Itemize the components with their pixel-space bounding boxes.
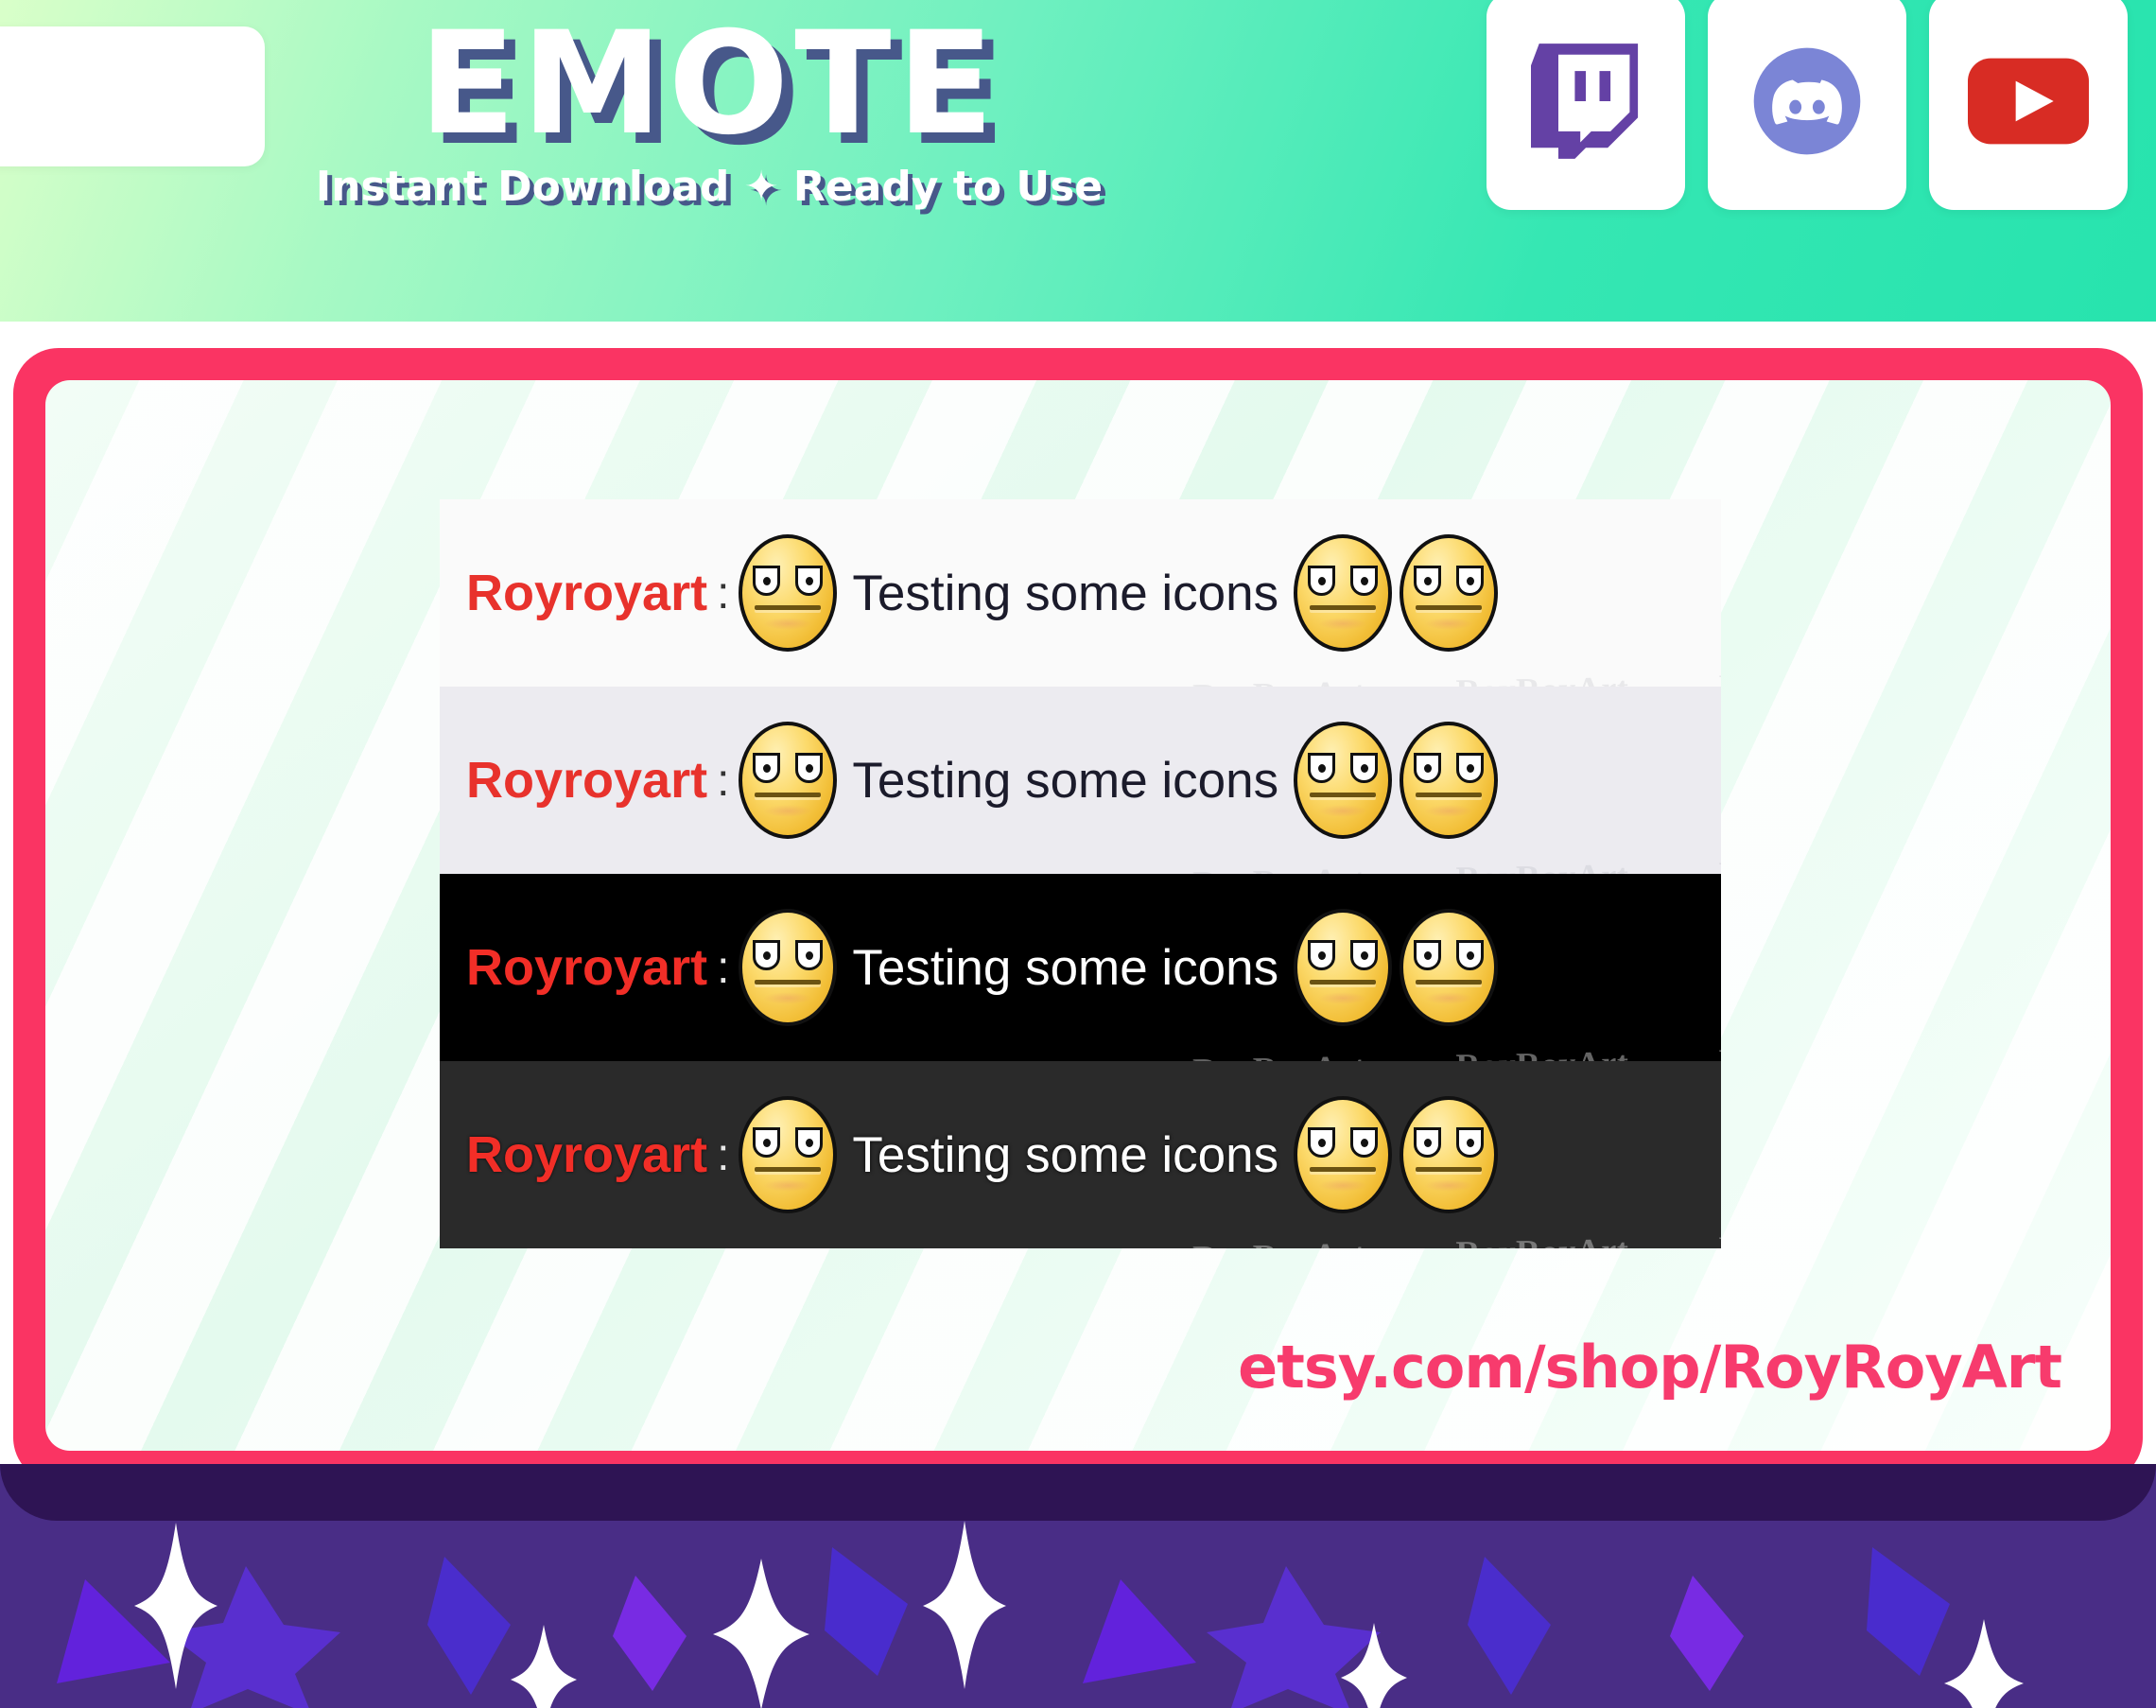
- chat-message: Testing some icons: [852, 752, 1279, 809]
- social-badges: Twitch Discord YouTube: [1487, 0, 2128, 210]
- awkward-stare-emote: [1294, 534, 1393, 652]
- social-badge-discord[interactable]: Discord: [1708, 0, 1906, 210]
- chat-separator: :: [717, 567, 730, 619]
- chat-preview: RoyRoyArt RoyRoyArt RoyRoyArt RoyRoyArt …: [440, 499, 1721, 1248]
- chat-separator: :: [717, 942, 730, 993]
- awkward-stare-emote: [1294, 1096, 1393, 1213]
- awkward-stare-emote: [739, 534, 838, 652]
- chat-line: Royroyart : Testing some icons: [466, 534, 1502, 652]
- awkward-stare-emote: [1294, 909, 1393, 1026]
- chat-line: Royroyart : Testing some icons: [466, 722, 1502, 839]
- chat-message: Testing some icons: [852, 939, 1279, 996]
- product-frame: RoyRoyArt RoyRoyArt RoyRoyArt RoyRoyArt …: [13, 348, 2143, 1483]
- chat-line: Royroyart : Testing some icons: [466, 909, 1502, 1026]
- table-row: RoyRoyArt RoyRoyArt RoyRoyArt RoyRoyArt …: [440, 687, 1721, 874]
- awkward-stare-emote: [1400, 909, 1499, 1026]
- chat-separator: :: [717, 755, 730, 806]
- chat-message: Testing some icons: [852, 565, 1279, 621]
- social-badge-youtube[interactable]: YouTube: [1929, 0, 2128, 210]
- awkward-stare-emote: [739, 909, 838, 1026]
- header-left-blank-card: [0, 26, 265, 166]
- page-title: EMOTE: [418, 2, 1000, 166]
- shop-url[interactable]: etsy.com/shop/RoyRoyArt: [1238, 1333, 2062, 1402]
- footer-shapes: [57, 1521, 2024, 1708]
- table-row: RoyRoyArt RoyRoyArt RoyRoyArt RoyRoyArt …: [440, 499, 1721, 687]
- awkward-stare-emote: [739, 722, 838, 839]
- awkward-stare-emote: [1400, 722, 1499, 839]
- chat-separator: :: [717, 1129, 730, 1180]
- chat-username: Royroyart: [466, 565, 708, 621]
- chat-line: Royroyart : Testing some icons: [466, 1096, 1502, 1213]
- social-badge-twitch[interactable]: Twitch: [1487, 0, 1685, 210]
- table-row: RoyRoyArt RoyRoyArt RoyRoyArt RoyRoyArt …: [440, 874, 1721, 1061]
- chat-username: Royroyart: [466, 1126, 708, 1183]
- table-row: RoyRoyArt RoyRoyArt RoyRoyArt RoyRoyArt …: [440, 1061, 1721, 1248]
- discord-icon: [1753, 47, 1861, 155]
- product-card: RoyRoyArt RoyRoyArt RoyRoyArt RoyRoyArt …: [45, 380, 2111, 1451]
- chat-username: Royroyart: [466, 939, 708, 996]
- twitch-icon: [1531, 44, 1639, 159]
- awkward-stare-emote: [1294, 722, 1393, 839]
- page-subtitle: Instant Download ✦ Ready to Use: [315, 163, 1104, 211]
- footer-decoration-band: [0, 1464, 2156, 1708]
- header-banner: EMOTE Instant Download ✦ Ready to Use Tw…: [0, 0, 2156, 322]
- chat-message: Testing some icons: [852, 1126, 1279, 1183]
- awkward-stare-emote: [1400, 534, 1499, 652]
- title-block: EMOTE Instant Download ✦ Ready to Use: [284, 8, 1135, 211]
- youtube-icon: [1968, 58, 2089, 145]
- awkward-stare-emote: [739, 1096, 838, 1213]
- chat-username: Royroyart: [466, 752, 708, 809]
- awkward-stare-emote: [1400, 1096, 1499, 1213]
